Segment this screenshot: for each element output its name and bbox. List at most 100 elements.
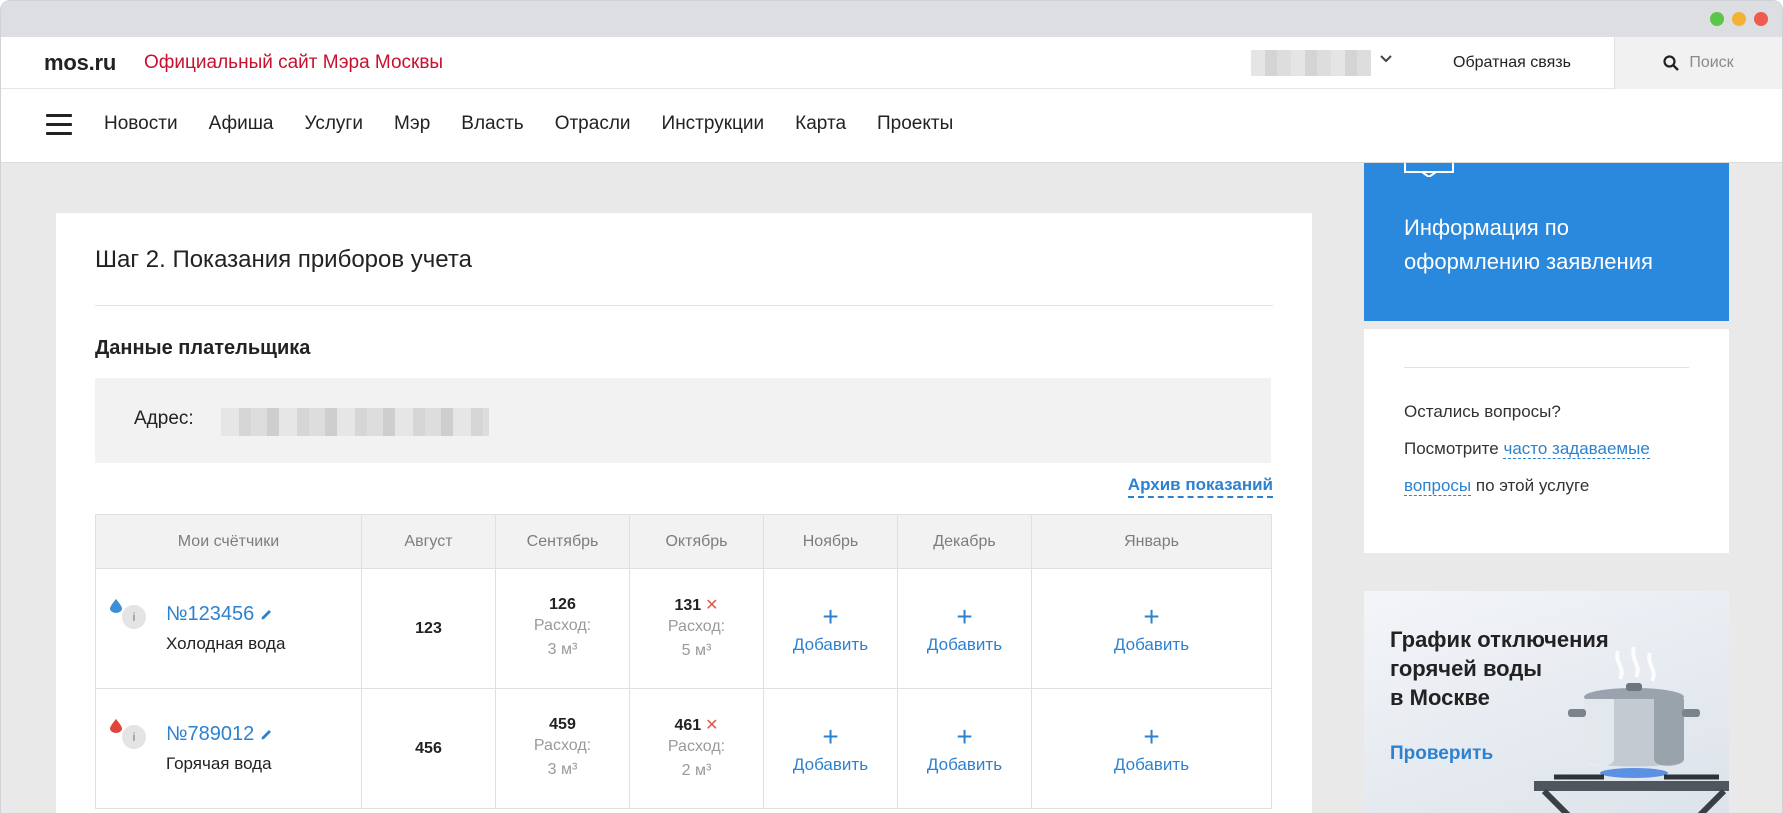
add-reading-button[interactable]: Добавить (764, 755, 897, 775)
usage-value: 5 м³ (681, 641, 712, 659)
faq-prefix: Посмотрите (1404, 439, 1499, 458)
nav-item-services[interactable]: Услуги (305, 113, 363, 135)
usage-value: 3 м³ (547, 760, 578, 778)
minimize-button[interactable] (1732, 12, 1746, 26)
user-name-blurred[interactable] (1251, 50, 1371, 76)
nav-item-map[interactable]: Карта (795, 113, 846, 135)
address-label: Адрес: (134, 408, 194, 429)
column-header: Октябрь (629, 514, 764, 569)
add-reading-button[interactable]: Добавить (1032, 635, 1271, 655)
reading-cell: 459 Расход: 3 м³ (495, 688, 630, 809)
plus-icon[interactable]: + (764, 722, 897, 751)
pencil-icon[interactable] (260, 728, 273, 741)
nav-item-government[interactable]: Власть (461, 113, 523, 135)
usage-label: Расход: (667, 737, 726, 755)
column-header: Январь (1031, 514, 1272, 569)
usage-value: 2 м³ (681, 761, 712, 779)
close-icon[interactable]: ✕ (705, 717, 718, 734)
nav-menu: Новости Афиша Услуги Мэр Власть Отрасли … (104, 113, 953, 135)
water-drop-icon (110, 599, 122, 613)
main-nav: Новости Афиша Услуги Мэр Власть Отрасли … (1, 89, 1782, 163)
add-reading-cell[interactable]: + Добавить (763, 568, 898, 689)
plus-icon[interactable]: + (1032, 602, 1271, 631)
reading-value: 459 (549, 715, 576, 733)
usage-label: Расход: (533, 736, 592, 754)
hamburger-icon[interactable] (46, 114, 72, 136)
nav-item-afisha[interactable]: Афиша (209, 113, 274, 135)
search-icon (1663, 55, 1680, 71)
plus-icon[interactable]: + (1032, 722, 1271, 751)
meter-number-link[interactable]: №789012 (166, 723, 361, 746)
add-reading-button[interactable]: Добавить (1032, 755, 1271, 775)
site-subtitle[interactable]: Официальный сайт Мэра Москвы (144, 52, 443, 74)
nav-item-sectors[interactable]: Отрасли (555, 113, 631, 135)
add-reading-cell[interactable]: + Добавить (1031, 568, 1272, 689)
reading-value: 461 (674, 716, 702, 734)
archive-link[interactable]: Архив показаний (1127, 475, 1273, 498)
window-controls (1710, 12, 1768, 26)
table-row: i №789012 Горячая вода 456 459 Расход: 3… (95, 688, 1272, 809)
plus-icon[interactable]: + (898, 722, 1031, 751)
meter-readings-form: Шаг 2. Показания приборов учета Данные п… (56, 213, 1312, 813)
reading-value: 126 (549, 595, 576, 613)
site-logo[interactable]: mos.ru (44, 50, 116, 76)
nav-item-projects[interactable]: Проекты (877, 113, 953, 135)
reading-cell: 126 Расход: 3 м³ (495, 568, 630, 689)
browser-window: mos.ru Официальный сайт Мэра Москвы Обра… (0, 0, 1783, 814)
chevron-down-icon[interactable] (1379, 51, 1393, 68)
add-reading-cell[interactable]: + Добавить (763, 688, 898, 809)
close-window-button[interactable] (1754, 12, 1768, 26)
address-box: Адрес: (95, 378, 1271, 463)
nav-item-news[interactable]: Новости (104, 113, 178, 135)
reading-value: 131 (674, 596, 702, 614)
table-row: i №123456 Холодная вода 123 126 Расход: … (95, 568, 1272, 689)
info-icon[interactable]: i (122, 605, 146, 629)
plus-icon[interactable]: + (764, 602, 897, 631)
column-header: Сентябрь (495, 514, 630, 569)
nav-item-mayor[interactable]: Мэр (394, 113, 430, 135)
divider (95, 305, 1273, 306)
section-title: Данные плательщика (95, 337, 311, 359)
column-header: Ноябрь (763, 514, 898, 569)
site-header: mos.ru Официальный сайт Мэра Москвы Обра… (1, 37, 1782, 89)
title-bar (1, 1, 1782, 37)
add-reading-cell[interactable]: + Добавить (897, 688, 1032, 809)
column-header: Август (361, 514, 496, 569)
usage-label: Расход: (533, 616, 592, 634)
reading-value: 123 (415, 619, 442, 637)
add-reading-cell[interactable]: + Добавить (897, 568, 1032, 689)
feedback-link[interactable]: Обратная связь (1409, 37, 1615, 89)
add-reading-cell[interactable]: + Добавить (1031, 688, 1272, 809)
meter-number-link[interactable]: №123456 (166, 603, 361, 626)
table-header-row: Мои счётчики Август Сентябрь Октябрь Ноя… (95, 514, 1272, 569)
search-button[interactable]: Поиск (1614, 37, 1782, 89)
add-reading-button[interactable]: Добавить (898, 755, 1031, 775)
reading-cell: 456 (361, 688, 496, 809)
info-card-title-line1: Информация по (1404, 215, 1569, 240)
reading-value: 456 (415, 739, 442, 757)
reading-cell: 461 ✕ Расход: 2 м³ (629, 688, 764, 809)
application-info-card[interactable]: Информация по оформлению заявления (1364, 163, 1729, 321)
nav-item-instructions[interactable]: Инструкции (662, 113, 765, 135)
address-value-blurred (221, 408, 489, 436)
info-card-title-line2: оформлению заявления (1404, 249, 1653, 274)
divider (1404, 367, 1689, 368)
plus-icon[interactable]: + (898, 602, 1031, 631)
close-icon[interactable]: ✕ (705, 597, 718, 614)
column-header: Мои счётчики (95, 514, 362, 569)
page-title: Шаг 2. Показания приборов учета (95, 246, 472, 273)
meter-type: Холодная вода (166, 634, 286, 653)
usage-label: Расход: (667, 617, 726, 635)
info-icon[interactable]: i (122, 725, 146, 749)
check-link[interactable]: Проверить (1390, 743, 1493, 765)
pencil-icon[interactable] (260, 608, 273, 621)
maximize-button[interactable] (1710, 12, 1724, 26)
column-header: Декабрь (897, 514, 1032, 569)
water-drop-icon (110, 719, 122, 733)
add-reading-button[interactable]: Добавить (764, 635, 897, 655)
meter-cell: i №123456 Холодная вода (95, 568, 362, 689)
meters-table: Мои счётчики Август Сентябрь Октябрь Ноя… (95, 514, 1272, 809)
hot-water-schedule-card[interactable]: График отключения горячей воды в Москве … (1364, 591, 1729, 813)
faq-card: Остались вопросы? Посмотрите часто задав… (1364, 329, 1729, 553)
add-reading-button[interactable]: Добавить (898, 635, 1031, 655)
